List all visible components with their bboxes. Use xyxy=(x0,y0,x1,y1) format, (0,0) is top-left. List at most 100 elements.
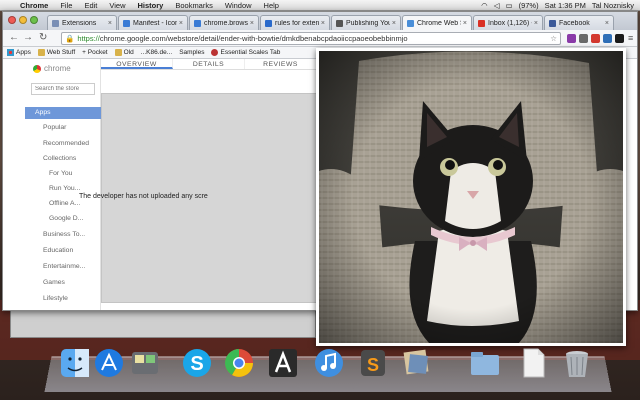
extension-icon[interactable] xyxy=(579,34,588,43)
back-arrow-icon[interactable]: ← xyxy=(9,33,19,43)
menu-edit[interactable]: Edit xyxy=(78,1,103,10)
wifi-icon[interactable]: ◠ xyxy=(481,1,488,10)
tab-label: Extensions xyxy=(62,19,97,27)
bookmark-samples[interactable]: Samples xyxy=(179,49,204,56)
sidebar-item-google[interactable]: Google D... xyxy=(25,215,101,222)
sidebar-item-offline[interactable]: Offline A... xyxy=(25,200,101,207)
itunes-icon[interactable] xyxy=(312,346,346,380)
sidebar-item-education[interactable]: Education xyxy=(25,247,101,254)
clock[interactable]: Sat 1:36 PM xyxy=(545,1,586,10)
toolbar: ← → ↻ 🔒 https:// chrome.google.com/webst… xyxy=(3,30,637,47)
developer-message: The developer has not uploaded any scre xyxy=(79,193,208,200)
extension-icon[interactable] xyxy=(615,34,624,43)
gmail-favicon-icon xyxy=(478,19,485,27)
extension-icon[interactable] xyxy=(591,34,600,43)
close-icon[interactable]: × xyxy=(534,20,538,27)
bookmark-label: Essential Scales Tab xyxy=(220,49,281,56)
extension-icon[interactable] xyxy=(567,34,576,43)
tab-label: Chrome Web Sto xyxy=(417,19,461,27)
tab-overview[interactable]: OVERVIEW xyxy=(101,59,173,69)
sidebar-item-for-you[interactable]: For You xyxy=(25,170,101,177)
bookmark-label: Apps xyxy=(16,49,31,56)
bookmark-label: ...K86.de... xyxy=(140,49,173,56)
menu-view[interactable]: View xyxy=(103,1,131,10)
tab-manifest-icons[interactable]: Manifest - Icons × xyxy=(118,15,188,30)
menu-icon[interactable]: ≡ xyxy=(628,33,633,43)
close-icon[interactable]: × xyxy=(605,20,609,27)
detail-tabs: OVERVIEW DETAILS REVIEWS xyxy=(101,59,317,70)
zoom-window-icon[interactable] xyxy=(30,16,38,24)
tab-inbox[interactable]: Inbox (1,126) - × xyxy=(473,15,543,30)
skype-icon[interactable]: S xyxy=(180,346,214,380)
menu-window[interactable]: Window xyxy=(219,1,258,10)
app-store-icon[interactable] xyxy=(92,346,126,380)
tab-strip: Extensions × Manifest - Icons × chrome.b… xyxy=(3,12,637,30)
cat-photo xyxy=(319,51,623,343)
volume-icon[interactable]: ◁ xyxy=(494,1,500,10)
document-icon[interactable] xyxy=(516,346,550,380)
store-search-input[interactable] xyxy=(31,83,95,95)
tab-label: Publishing Your xyxy=(346,19,390,27)
bookmark-old[interactable]: Old xyxy=(114,49,134,56)
close-icon[interactable]: × xyxy=(108,20,112,27)
trash-icon[interactable] xyxy=(560,346,594,380)
close-window-icon[interactable] xyxy=(8,16,16,24)
menu-bookmarks[interactable]: Bookmarks xyxy=(169,1,219,10)
bookmark-web-stuff[interactable]: Web Stuff xyxy=(37,49,75,56)
sidebar-item-lifestyle[interactable]: Lifestyle xyxy=(25,295,101,302)
sidebar-item-games[interactable]: Games xyxy=(25,279,101,286)
cat-image-window[interactable] xyxy=(316,48,626,346)
bookmark-apps[interactable]: Apps xyxy=(7,49,31,56)
tab-facebook[interactable]: Facebook × xyxy=(544,15,614,30)
finder-icon[interactable] xyxy=(58,346,92,380)
menu-file[interactable]: File xyxy=(54,1,78,10)
menu-history[interactable]: History xyxy=(132,1,170,10)
sublime-text-icon[interactable]: S xyxy=(356,346,390,380)
store-logo[interactable]: chrome xyxy=(33,64,71,73)
tab-publishing[interactable]: Publishing Your × xyxy=(331,15,401,30)
menu-app-name[interactable]: Chrome xyxy=(14,1,54,10)
bookmark-k86[interactable]: ...K86.de... xyxy=(141,49,172,56)
chrome-icon[interactable] xyxy=(222,346,256,380)
bookmark-essential-scales[interactable]: Essential Scales Tab xyxy=(211,49,280,56)
close-icon[interactable]: × xyxy=(179,20,183,27)
chrome-logo-icon xyxy=(33,64,41,73)
store-logo-text: chrome xyxy=(44,64,71,73)
bookmark-star-icon[interactable]: ☆ xyxy=(550,34,557,43)
tab-rules-for-extensions[interactable]: rules for extensi × xyxy=(260,15,330,30)
sidebar-item-run-you[interactable]: Run You... xyxy=(25,185,101,192)
sidebar-item-recommended[interactable]: Recommended xyxy=(25,140,101,147)
tab-reviews[interactable]: REVIEWS xyxy=(245,59,317,69)
google-favicon-icon xyxy=(265,19,272,27)
user-name[interactable]: Tal Noznisky xyxy=(592,1,634,10)
sidebar-item-collections[interactable]: Collections xyxy=(25,155,101,162)
tab-extensions[interactable]: Extensions × xyxy=(47,15,117,30)
reload-icon[interactable]: ↻ xyxy=(39,33,47,43)
sidebar-item-popular[interactable]: Popular xyxy=(25,124,101,131)
menu-help[interactable]: Help xyxy=(258,1,285,10)
bookmark-label: + Pocket xyxy=(82,49,108,56)
dashboard-icon[interactable] xyxy=(128,346,162,380)
sidebar-item-entertainment[interactable]: Entertainme... xyxy=(25,263,101,270)
tab-label: Facebook xyxy=(559,19,590,27)
close-icon[interactable]: × xyxy=(321,20,325,27)
tab-chrome-web-store[interactable]: Chrome Web Sto × xyxy=(402,15,472,30)
sidebar-item-apps[interactable]: Apps xyxy=(25,107,101,119)
extension-icon[interactable] xyxy=(603,34,612,43)
alfred-icon[interactable] xyxy=(266,346,300,380)
chrome-favicon-icon xyxy=(194,19,201,27)
downloads-folder-icon[interactable] xyxy=(468,346,502,380)
preview-icon[interactable] xyxy=(400,346,434,380)
close-icon[interactable]: × xyxy=(250,20,254,27)
close-icon[interactable]: × xyxy=(392,20,396,27)
minimize-window-icon[interactable] xyxy=(19,16,27,24)
forward-arrow-icon[interactable]: → xyxy=(23,33,33,43)
battery-icon[interactable]: ▭ xyxy=(506,1,513,10)
tab-chrome-browser[interactable]: chrome.browser × xyxy=(189,15,259,30)
address-bar[interactable]: 🔒 https:// chrome.google.com/webstore/de… xyxy=(61,32,561,45)
status-area: ◠ ◁ ▭ (97%) Sat 1:36 PM Tal Noznisky xyxy=(481,1,640,10)
sidebar-item-business[interactable]: Business To... xyxy=(25,231,101,238)
close-icon[interactable]: × xyxy=(463,20,467,27)
bookmark-pocket[interactable]: + Pocket xyxy=(82,49,107,56)
tab-details[interactable]: DETAILS xyxy=(173,59,245,69)
